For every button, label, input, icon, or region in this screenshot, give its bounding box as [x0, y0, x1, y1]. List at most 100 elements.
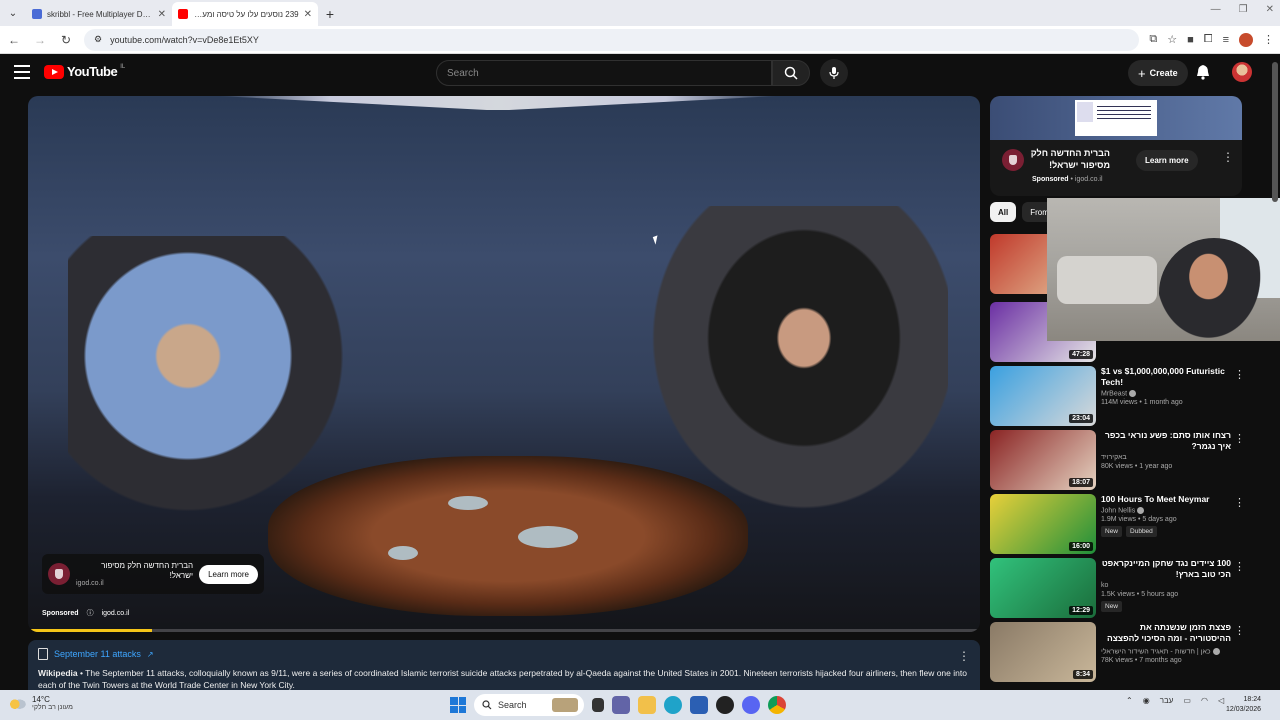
language-indicator[interactable]: עבר	[1160, 696, 1174, 705]
edge-icon[interactable]	[664, 696, 682, 714]
video-duration: 8:34	[1072, 670, 1093, 679]
player-ad-card[interactable]: הברית החדשה חלק מסיפור ישראל! igod.co.il…	[42, 554, 264, 594]
new-tab-button[interactable]: +	[318, 2, 342, 26]
more-options-icon[interactable]: ⋮	[1234, 368, 1245, 381]
more-options-icon[interactable]: ⋮	[1222, 150, 1234, 164]
info-description: Wikipedia • The September 11 attacks, co…	[38, 667, 970, 692]
app-icon[interactable]	[716, 696, 734, 714]
discord-icon[interactable]	[742, 696, 760, 714]
verified-badge-icon	[1212, 648, 1220, 655]
related-video-item[interactable]: 12:29 100 ציידים נגד שחקן המיינקראפט הכי …	[990, 558, 1246, 618]
close-icon[interactable]: ✕	[304, 9, 312, 20]
tab-strip: ⌄ skribbl - Free Multiplayer Draw ✕ 239 …	[0, 0, 1280, 26]
video-title[interactable]: $1 vs $1,000,000,000 Futuristic Tech!	[1101, 366, 1231, 388]
shield-icon	[48, 563, 70, 585]
video-title[interactable]: פצצת הזמן שנשנתה את ההיסטוריה - ומה הסיכ…	[1101, 622, 1231, 646]
chevron-up-icon[interactable]: ⌃	[1126, 696, 1133, 705]
video-thumbnail[interactable]: 23:04	[990, 366, 1096, 426]
profile-avatar-icon[interactable]	[1239, 32, 1253, 47]
monitor-icon[interactable]: ▭	[1183, 696, 1191, 705]
video-thumbnail[interactable]: 8:34	[990, 622, 1096, 682]
file-explorer-icon[interactable]	[638, 696, 656, 714]
tab-search-icon[interactable]: ⌄	[0, 0, 26, 26]
site-info-icon[interactable]: ⚙	[94, 34, 102, 45]
reload-icon[interactable]: ↻	[58, 32, 74, 48]
related-video-item[interactable]: 18:07 רצחו אותו סתם: פשע נוראי בכפר איך נ…	[990, 430, 1246, 490]
more-options-icon[interactable]: ⋮	[1234, 432, 1245, 445]
extension-icon[interactable]: ■	[1187, 34, 1194, 46]
info-title-link[interactable]: September 11 attacks	[54, 649, 141, 659]
channel-name[interactable]: באקירויד	[1101, 454, 1231, 461]
related-video-item[interactable]: 23:04 $1 vs $1,000,000,000 Futuristic Tec…	[990, 366, 1246, 426]
clock[interactable]: 18:24 12/03/2026	[1226, 695, 1261, 715]
search-icon	[784, 66, 798, 80]
channel-name[interactable]: ko	[1101, 582, 1231, 589]
logo-text: YouTube	[67, 64, 118, 79]
hamburger-menu-icon[interactable]	[14, 65, 30, 79]
video-title[interactable]: רצחו אותו סתם: פשע נוראי בכפר איך נגמר?	[1101, 430, 1231, 452]
forward-icon[interactable]: →	[32, 32, 48, 48]
minimize-icon[interactable]: —	[1211, 4, 1221, 15]
window-controls: — ❐ ✕	[1211, 4, 1274, 15]
taskbar-search[interactable]: Search	[474, 694, 584, 716]
sponsored-label: Sponsored	[42, 609, 79, 617]
bookmark-star-icon[interactable]: ☆	[1167, 33, 1177, 46]
chrome-icon[interactable]	[768, 696, 786, 714]
store-icon[interactable]	[690, 696, 708, 714]
info-icon[interactable]: ⓘ	[87, 608, 94, 618]
create-button[interactable]: + Create	[1128, 60, 1188, 86]
related-video-item[interactable]: 16:00 100 Hours To Meet Neymar John Nellis…	[990, 494, 1246, 554]
channel-name-text: כאן | חדשות - תאגיד השידור הישראלי	[1101, 648, 1211, 656]
maximize-icon[interactable]: ❐	[1239, 4, 1248, 15]
more-options-icon[interactable]: ⋮	[1234, 560, 1245, 573]
wifi-icon[interactable]: ◠	[1201, 696, 1208, 705]
youtube-play-icon	[44, 64, 64, 79]
close-icon[interactable]: ✕	[158, 9, 166, 20]
tab-skribbl[interactable]: skribbl - Free Multiplayer Draw ✕	[26, 2, 172, 26]
menu-dots-icon[interactable]: ⋮	[1263, 33, 1274, 46]
more-options-icon[interactable]: ⋮	[1234, 496, 1245, 509]
search-button[interactable]	[772, 60, 810, 86]
video-title[interactable]: 100 ציידים נגד שחקן המיינקראפט הכי טוב ב…	[1101, 558, 1231, 580]
cast-icon[interactable]: ⧉	[1149, 33, 1157, 46]
learn-more-button[interactable]: Learn more	[199, 564, 258, 584]
video-thumbnail[interactable]: 16:00	[990, 494, 1096, 554]
channel-name[interactable]: John Nellis	[1101, 507, 1231, 514]
channel-name[interactable]: כאן | חדשות - תאגיד השידור הישראלי	[1101, 648, 1231, 655]
back-icon[interactable]: ←	[6, 32, 22, 48]
mic-tray-icon[interactable]: ◉	[1143, 696, 1150, 705]
video-thumbnail[interactable]: 12:29	[990, 558, 1096, 618]
tab-youtube[interactable]: 239 נוסעים עלו על טיסה ומעולם לא נחתו ✕	[172, 2, 318, 26]
search-input[interactable]	[447, 67, 771, 79]
microphone-icon	[829, 67, 839, 79]
channel-name[interactable]: MrBeast	[1101, 390, 1231, 397]
sponsored-domain[interactable]: igod.co.il	[102, 610, 130, 617]
video-player[interactable]: הברית החדשה חלק מסיפור ישראל! igod.co.il…	[28, 96, 980, 632]
progress-bar[interactable]	[28, 629, 980, 632]
more-options-icon[interactable]: ⋮	[958, 649, 970, 663]
close-window-icon[interactable]: ✕	[1266, 4, 1274, 15]
scrollbar[interactable]	[1272, 62, 1278, 202]
url-field[interactable]: ⚙ youtube.com/watch?v=vDe8e1Et5XY	[84, 28, 1140, 51]
video-thumbnail[interactable]: 18:07	[990, 430, 1096, 490]
related-video-item[interactable]: 8:34 פצצת הזמן שנשנתה את ההיסטוריה - ומה …	[990, 622, 1246, 682]
chip-all[interactable]: All	[990, 202, 1017, 222]
notifications-bell-icon[interactable]	[1196, 64, 1210, 85]
video-title[interactable]: 100 Hours To Meet Neymar	[1101, 494, 1231, 505]
time: 18:24	[1243, 696, 1262, 703]
windows-taskbar: 14°C מעונן רב חלקי Search ⌃ ◉ עבר ▭ ◠ ◁ …	[0, 690, 1280, 720]
volume-icon[interactable]: ◁	[1218, 696, 1224, 705]
sidebar-ad[interactable]: הברית החדשה חלק מסיפור ישראל! Sponsored …	[990, 96, 1242, 196]
media-icon[interactable]: ≡	[1223, 34, 1229, 46]
windows-start-icon[interactable]	[450, 697, 466, 713]
teams-icon[interactable]	[612, 696, 630, 714]
account-avatar[interactable]	[1232, 62, 1252, 82]
sidebar-learn-more-button[interactable]: Learn more	[1136, 150, 1198, 171]
task-view-icon[interactable]	[592, 698, 604, 712]
extensions-puzzle-icon[interactable]: ⧠	[1204, 33, 1213, 46]
youtube-logo[interactable]: YouTube IL	[44, 64, 125, 79]
weather-widget[interactable]: 14°C מעונן רב חלקי	[10, 695, 73, 711]
sidebar-ad-meta: Sponsored • igod.co.il	[1032, 176, 1103, 183]
more-options-icon[interactable]: ⋮	[1234, 624, 1245, 637]
voice-search-button[interactable]	[820, 59, 848, 87]
